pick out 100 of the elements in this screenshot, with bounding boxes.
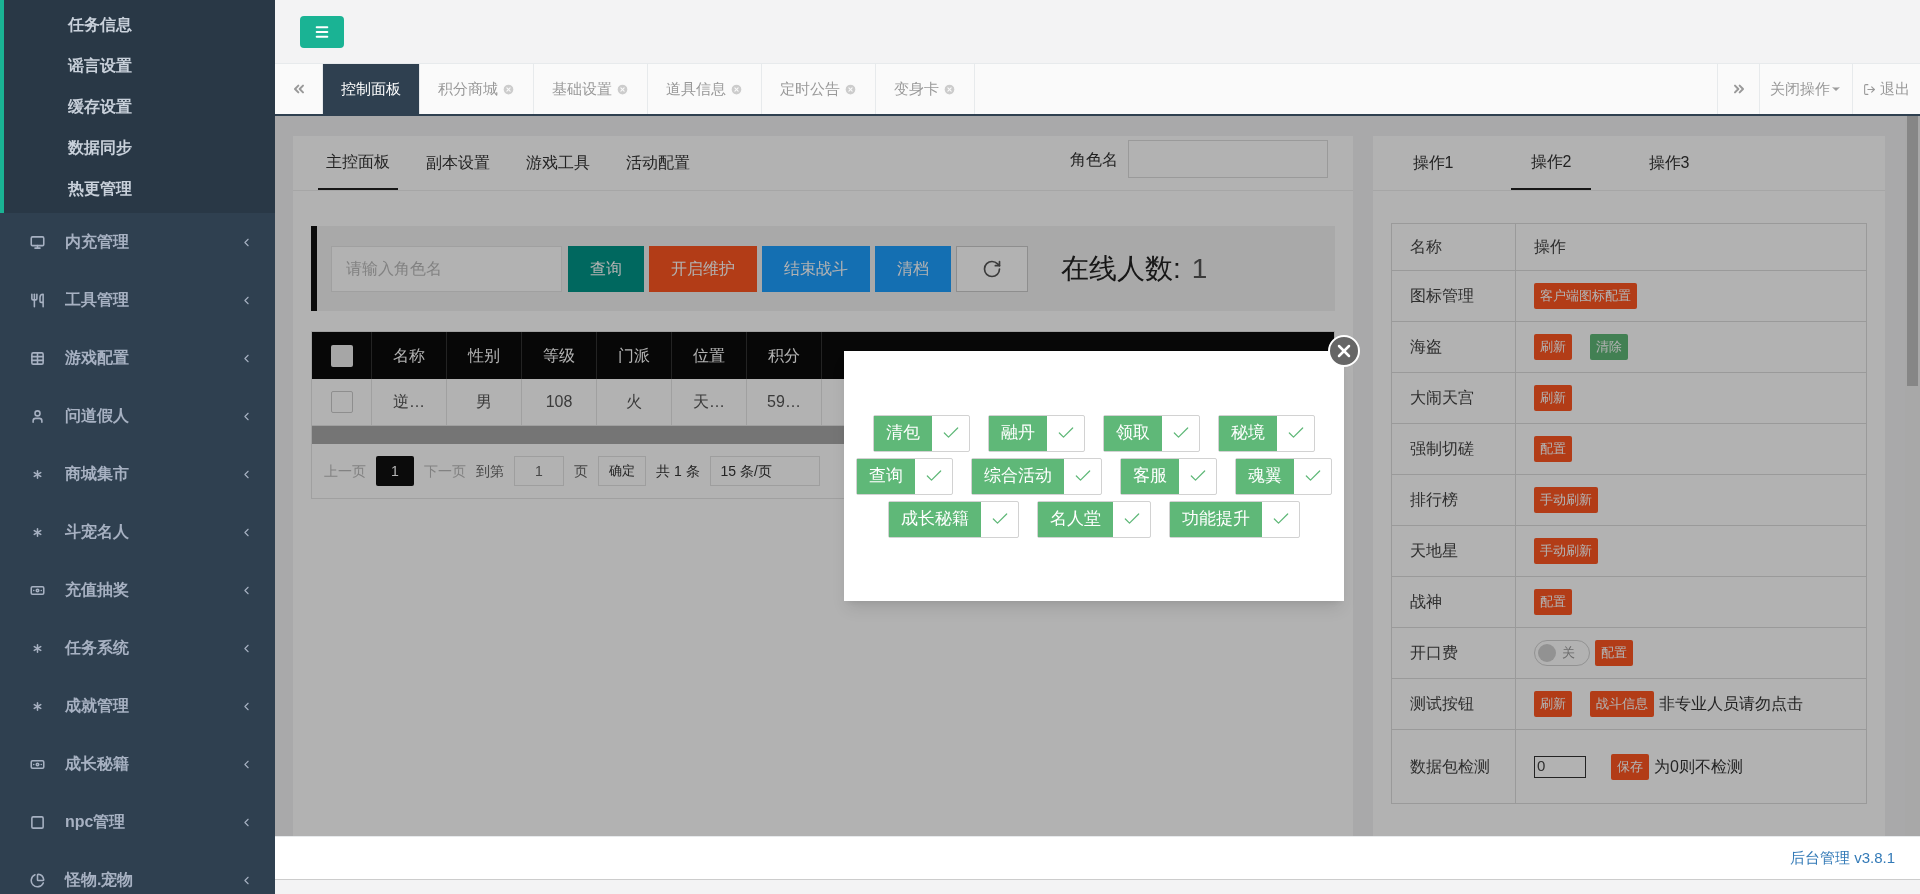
close-menu-button[interactable]: 关闭操作 — [1759, 64, 1852, 114]
page-field[interactable]: 1 — [514, 456, 564, 486]
total-count: 共 1 条 — [656, 461, 700, 481]
option-checkbox[interactable]: 名人堂 — [1037, 500, 1151, 538]
option-checkbox[interactable]: 秘境 — [1218, 414, 1315, 452]
option-checkbox[interactable]: 查询 — [856, 457, 953, 495]
sidebar-item[interactable]: npc管理 — [0, 793, 275, 851]
footer-text: 后台管理 v3.8.1 — [1789, 847, 1895, 868]
sidebar-item[interactable]: 成就管理 — [0, 677, 275, 735]
close-tab-icon[interactable] — [943, 82, 956, 96]
note-text: 为0则不检测 — [1654, 756, 1743, 777]
op-button[interactable]: 战斗信息 — [1590, 691, 1654, 717]
sidebar-item[interactable]: 商城集市 — [0, 445, 275, 503]
option-checkbox[interactable]: 融丹 — [988, 414, 1085, 452]
refresh-button[interactable] — [956, 245, 1028, 292]
online-label: 在线人数: — [1061, 251, 1181, 286]
page-tab[interactable]: 积分商城 — [420, 64, 534, 114]
sidebar-item[interactable]: 斗宠名人 — [0, 503, 275, 561]
op-button[interactable]: 清除 — [1590, 334, 1628, 360]
sidebar-item[interactable]: 游戏配置 — [0, 329, 275, 387]
panel-tab[interactable]: 活动配置 — [618, 136, 698, 190]
sidebar-item[interactable]: 怪物.宠物 — [0, 851, 275, 894]
action-button[interactable]: 结束战斗 — [762, 245, 870, 292]
sidebar-item[interactable]: 问道假人 — [0, 387, 275, 445]
column-header: 操作 — [1534, 237, 1566, 257]
option-checkbox[interactable]: 成长秘籍 — [888, 500, 1019, 538]
table-cell-text: 测试按钮 — [1410, 694, 1474, 714]
page-tab[interactable]: 基础设置 — [534, 64, 648, 114]
op-button[interactable]: 配置 — [1595, 640, 1633, 666]
op-button[interactable]: 保存 — [1611, 753, 1649, 780]
table-cell-text: 排行榜 — [1410, 490, 1458, 510]
close-tab-icon[interactable] — [616, 82, 629, 96]
action-button[interactable]: 清档 — [875, 245, 951, 292]
page-tab[interactable]: 定时公告 — [762, 64, 876, 114]
page-number[interactable]: 1 — [376, 456, 414, 486]
close-tab-icon[interactable] — [730, 82, 743, 96]
close-button[interactable] — [1328, 335, 1360, 367]
op-button[interactable]: 客户端图标配置 — [1534, 283, 1637, 309]
page-tab[interactable]: 控制面板 — [323, 64, 420, 114]
op-button[interactable]: 配置 — [1534, 589, 1572, 615]
op-button[interactable]: 手动刷新 — [1534, 538, 1598, 564]
op-button[interactable]: 刷新 — [1534, 385, 1572, 411]
op-button[interactable]: 刷新 — [1534, 334, 1572, 360]
panel-tab[interactable]: 操作3 — [1629, 136, 1709, 190]
sidebar-item[interactable]: 工具管理 — [0, 271, 275, 329]
sidebar-item[interactable]: 任务系统 — [0, 619, 275, 677]
page-tab[interactable]: 道具信息 — [648, 64, 762, 114]
op-button[interactable]: 手动刷新 — [1534, 487, 1598, 513]
column-header: 积分 — [768, 345, 800, 366]
page-tab[interactable]: 变身卡 — [876, 64, 975, 114]
option-checkbox[interactable]: 清包 — [873, 414, 970, 452]
panel-tab[interactable]: 操作2 — [1511, 136, 1591, 190]
submenu-item[interactable]: 谣言设置 — [68, 53, 132, 78]
submenu-item[interactable]: 缓存设置 — [68, 94, 132, 119]
page-unit: 页 — [574, 461, 588, 481]
option-checkbox[interactable]: 综合活动 — [971, 457, 1102, 495]
close-tab-icon[interactable] — [502, 82, 515, 96]
submenu-item[interactable]: 数据同步 — [68, 135, 132, 160]
square-icon — [30, 814, 45, 830]
table-cell-text: 天地星 — [1410, 541, 1458, 561]
action-button[interactable]: 开启维护 — [649, 245, 757, 292]
op-button[interactable]: 配置 — [1534, 436, 1572, 462]
confirm-button[interactable]: 确定 — [598, 456, 646, 486]
table-cell-text: 59… — [767, 392, 801, 412]
op-button[interactable]: 刷新 — [1534, 691, 1572, 717]
column-header: 位置 — [693, 345, 725, 366]
toggle-switch[interactable]: 关 — [1534, 640, 1590, 666]
close-tab-icon[interactable] — [844, 82, 857, 96]
role-label: 角色名 — [1070, 150, 1118, 170]
row-checkbox[interactable] — [330, 391, 353, 413]
submenu-item[interactable]: 任务信息 — [68, 12, 132, 37]
role-field[interactable] — [1128, 140, 1328, 178]
select-all-checkbox[interactable] — [330, 344, 353, 367]
panel-tab[interactable]: 主控面板 — [318, 136, 398, 190]
panel-tab[interactable]: 副本设置 — [418, 136, 498, 190]
grid-icon — [30, 350, 45, 366]
logout-icon — [1863, 82, 1876, 96]
option-checkbox[interactable]: 魂翼 — [1235, 457, 1332, 495]
table-cell-text: 男 — [476, 392, 492, 412]
table-cell-text: 大闹天宫 — [1410, 388, 1474, 408]
person-icon — [30, 408, 45, 424]
submenu-item[interactable]: 热更管理 — [68, 176, 132, 201]
threshold-field[interactable]: 0 — [1534, 755, 1586, 778]
sidebar-item[interactable]: 内充管理 — [0, 213, 275, 271]
sidebar-item[interactable]: 充值抽奖 — [0, 561, 275, 619]
logout-button[interactable]: 退出 — [1852, 64, 1920, 114]
panel-tab[interactable]: 游戏工具 — [518, 136, 598, 190]
page-size-select[interactable]: 15 条/页 — [709, 456, 820, 486]
sidebar-item[interactable]: 成长秘籍 — [0, 735, 275, 793]
column-header: 性别 — [468, 345, 500, 366]
table-cell-text: 天… — [693, 392, 725, 412]
action-button[interactable]: 查询 — [568, 245, 644, 292]
refresh-icon — [982, 258, 1002, 279]
option-checkbox[interactable]: 领取 — [1103, 414, 1200, 452]
option-checkbox[interactable]: 功能提升 — [1169, 500, 1300, 538]
option-checkbox[interactable]: 客服 — [1120, 457, 1217, 495]
column-header: 门派 — [618, 345, 650, 366]
goto-label: 到第 — [476, 461, 504, 481]
panel-tab[interactable]: 操作1 — [1393, 136, 1473, 190]
menu-button[interactable] — [300, 15, 344, 48]
